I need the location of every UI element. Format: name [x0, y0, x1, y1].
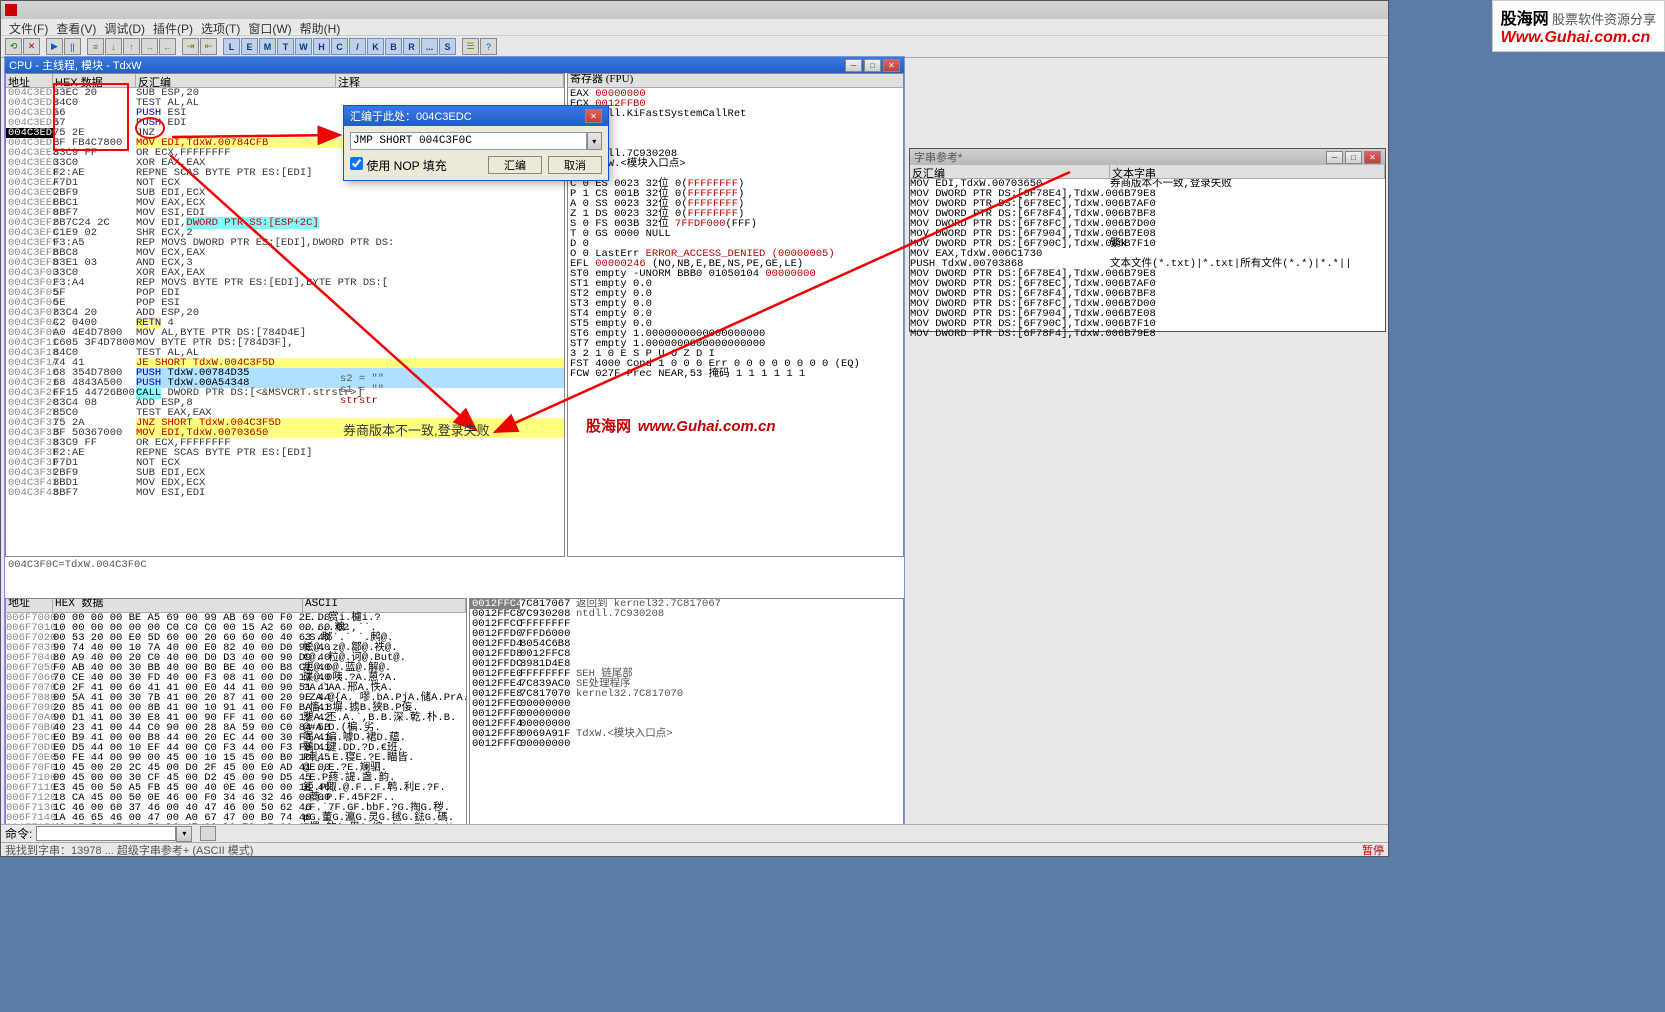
toolbar-extra2[interactable]: ? — [480, 38, 497, 55]
annotation-text: 券商版本不一致,登录失败 — [343, 420, 490, 439]
toolbar-restart[interactable]: ⟲ — [5, 38, 22, 55]
stack-body: 0012FFC47C817067返回到 kernel32.7C817067001… — [470, 599, 903, 749]
toolbar: ⟲ ✕ ▶ || ≡ ↓ ↑ → ← ⇥ ⇤ L E M T W H C / K… — [1, 36, 1388, 58]
asm-cancel-button[interactable]: 取消 — [548, 156, 602, 174]
asm-ok-button[interactable]: 汇编 — [488, 156, 542, 174]
toolbar-R[interactable]: R — [403, 38, 420, 55]
toolbar-close[interactable]: ✕ — [23, 38, 40, 55]
disasm-col-addr[interactable]: 地址 — [6, 74, 53, 87]
asm-instruction-input[interactable] — [350, 132, 587, 150]
disasm-header: 地址 HEX 数据 反汇编 注释 — [6, 74, 564, 88]
toolbar-K[interactable]: K — [367, 38, 384, 55]
menu-debug[interactable]: 调试(D) — [100, 19, 149, 35]
toolbar-step3[interactable]: ↑ — [123, 38, 140, 55]
toolbar-dots[interactable]: ... — [421, 38, 438, 55]
toolbar-pause[interactable]: || — [64, 38, 81, 55]
toolbar-C[interactable]: C — [331, 38, 348, 55]
toolbar-out[interactable]: ⇤ — [200, 38, 217, 55]
menu-file[interactable]: 文件(F) — [5, 19, 52, 35]
cpu-title-text: CPU - 主线程, 模块 - TdxW — [9, 57, 142, 73]
toolbar-L[interactable]: L — [223, 38, 240, 55]
registers-body: EAX 00000000ECX 0012FFB0 F4 ntdll.KiFast… — [568, 88, 903, 380]
toolbar-step4[interactable]: → — [141, 38, 158, 55]
disasm-col-asm[interactable]: 反汇编 — [136, 74, 336, 87]
comment-hint: s2 = "" s1 = "" strstr — [340, 374, 384, 407]
registers-pane[interactable]: 寄存器 (FPU) EAX 00000000ECX 0012FFB0 F4 nt… — [567, 73, 904, 557]
command-bar: 命令: ▾ — [1, 824, 1388, 842]
asm-nop-checkbox-label[interactable]: 使用 NOP 填充 — [350, 157, 447, 174]
menubar: 文件(F) 查看(V) 调试(D) 插件(P) 选项(T) 窗口(W) 帮助(H… — [1, 19, 1388, 36]
dump-header: 地址 HEX 数据 ASCII — [6, 599, 466, 613]
watermark-corner: 股海网 股票软件资源分享 Www.Guhai.com.cn — [1492, 0, 1665, 52]
status-paused: 暂停 — [1362, 842, 1384, 858]
asm-dropdown-icon[interactable]: ▾ — [587, 132, 602, 150]
cmd-label: 命令: — [5, 825, 32, 842]
toolbar-slash[interactable]: / — [349, 38, 366, 55]
toolbar-into[interactable]: ⇥ — [182, 38, 199, 55]
toolbar-E[interactable]: E — [241, 38, 258, 55]
menu-window[interactable]: 窗口(W) — [244, 19, 295, 35]
ref-titlebar[interactable]: 字串参考* ─ □ ✕ — [910, 149, 1385, 165]
dump-col-addr[interactable]: 地址 — [6, 599, 53, 612]
command-input[interactable] — [36, 826, 176, 841]
toolbar-step5[interactable]: ← — [159, 38, 176, 55]
ref-col-disasm[interactable]: 反汇编 — [910, 165, 1110, 178]
menu-options[interactable]: 选项(T) — [197, 19, 244, 35]
ref-header: 反汇编 文本字串 — [910, 165, 1385, 179]
asm-dialog-title[interactable]: 汇编于此处：004C3EDC ✕ — [344, 106, 608, 126]
asm-nop-checkbox[interactable] — [350, 157, 363, 170]
toolbar-M[interactable]: M — [259, 38, 276, 55]
dump-col-ascii[interactable]: ASCII — [303, 599, 466, 612]
statusbar: 我找到字串：13978 ... 超级字串参考+ (ASCII 模式) 暂停 — [1, 842, 1388, 856]
ref-body[interactable]: MOV EDI,TdxW.00703650券商版本不一致,登录失败MOV DWO… — [910, 179, 1385, 339]
ref-maximize-icon[interactable]: □ — [1345, 151, 1362, 164]
ref-minimize-icon[interactable]: ─ — [1326, 151, 1343, 164]
cpu-maximize-icon[interactable]: □ — [864, 59, 881, 72]
toolbar-step1[interactable]: ≡ — [87, 38, 104, 55]
menu-view[interactable]: 查看(V) — [52, 19, 100, 35]
disasm-col-comment[interactable]: 注释 — [336, 74, 564, 87]
disasm-status-line: 004C3F0C=TdxW.004C3F0C — [6, 558, 565, 572]
dump-pane[interactable]: 地址 HEX 数据 ASCII 006F700000 00 00 00 BE A… — [5, 598, 467, 854]
cpu-titlebar[interactable]: CPU - 主线程, 模块 - TdxW ─ □ ✕ — [5, 57, 904, 73]
ref-close-icon[interactable]: ✕ — [1364, 151, 1381, 164]
dump-body: 006F700000 00 00 00 BE A5 69 00 99 AB 69… — [6, 613, 466, 854]
toolbar-run[interactable]: ▶ — [46, 38, 63, 55]
menu-help[interactable]: 帮助(H) — [296, 19, 345, 35]
toolbar-B[interactable]: B — [385, 38, 402, 55]
main-titlebar — [1, 1, 1388, 19]
dump-col-hex[interactable]: HEX 数据 — [53, 599, 303, 612]
toolbar-S[interactable]: S — [439, 38, 456, 55]
ref-col-text[interactable]: 文本字串 — [1110, 165, 1385, 178]
string-ref-window: 字串参考* ─ □ ✕ 反汇编 文本字串 MOV EDI,TdxW.007036… — [909, 148, 1386, 332]
toolbar-T[interactable]: T — [277, 38, 294, 55]
toolbar-W[interactable]: W — [295, 38, 312, 55]
cmd-button[interactable] — [200, 826, 216, 841]
toolbar-extra1[interactable]: ☰ — [462, 38, 479, 55]
asm-close-icon[interactable]: ✕ — [585, 109, 602, 123]
status-text: 我找到字串：13978 ... 超级字串参考+ (ASCII 模式) — [5, 842, 253, 858]
registers-header: 寄存器 (FPU) — [568, 74, 903, 88]
toolbar-H[interactable]: H — [313, 38, 330, 55]
assemble-dialog: 汇编于此处：004C3EDC ✕ ▾ 使用 NOP 填充 汇编 取消 — [343, 105, 609, 181]
app-icon — [5, 4, 17, 16]
toolbar-step2[interactable]: ↓ — [105, 38, 122, 55]
stack-pane[interactable]: 0012FFC47C817067返回到 kernel32.7C817067001… — [469, 598, 904, 854]
cmd-dropdown-icon[interactable]: ▾ — [176, 826, 192, 842]
cpu-minimize-icon[interactable]: ─ — [845, 59, 862, 72]
menu-plugins[interactable]: 插件(P) — [149, 19, 197, 35]
watermark-center: 股海网 www.Guhai.com.cn — [586, 415, 776, 436]
disasm-col-hex[interactable]: HEX 数据 — [53, 74, 136, 87]
cpu-close-icon[interactable]: ✕ — [883, 59, 900, 72]
